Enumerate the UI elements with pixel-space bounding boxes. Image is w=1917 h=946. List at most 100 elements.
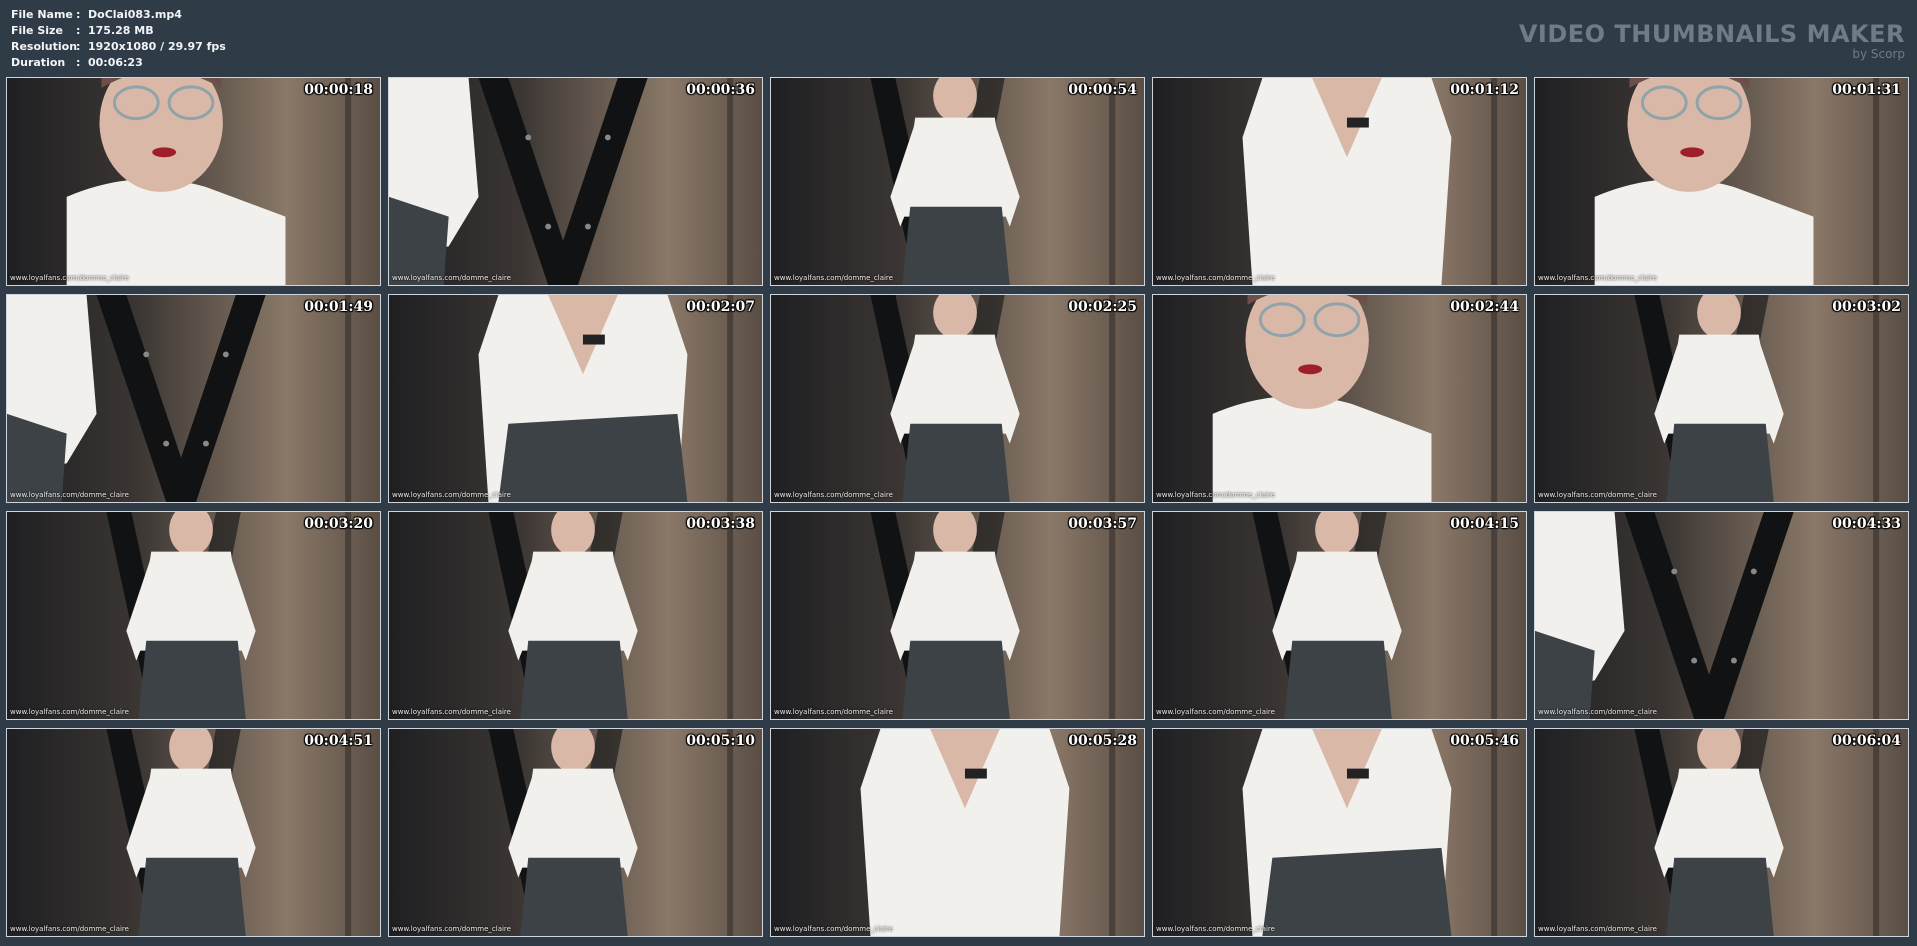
duration-label: Duration — [11, 56, 66, 69]
thumbnail-grid: 00:00:18 www.loyalfans.com/domme_claire 00… — [6, 77, 1912, 942]
thumbnail-frame-image — [7, 729, 380, 936]
thumbnail-watermark: www.loyalfans.com/domme_claire — [774, 708, 893, 716]
file-name-label: File Name — [11, 8, 73, 21]
file-name-row: File Name: DoClai083.mp4 — [11, 7, 226, 23]
thumbnail-timestamp: 00:03:20 — [304, 516, 373, 532]
thumbnail-timestamp: 00:04:51 — [304, 733, 373, 749]
thumbnail-frame-image — [7, 512, 380, 719]
thumbnail-watermark: www.loyalfans.com/domme_claire — [392, 274, 511, 282]
thumbnail-timestamp: 00:05:46 — [1450, 733, 1519, 749]
thumbnail-frame-image — [1153, 512, 1526, 719]
thumbnail-watermark: www.loyalfans.com/domme_claire — [1156, 925, 1275, 933]
video-thumbnail: 00:05:28 www.loyalfans.com/domme_claire — [770, 728, 1145, 937]
thumbnail-frame-image — [7, 295, 380, 502]
thumbnail-frame-image — [1535, 729, 1908, 936]
thumbnail-watermark: www.loyalfans.com/domme_claire — [1538, 708, 1657, 716]
thumbnail-watermark: www.loyalfans.com/domme_claire — [1538, 274, 1657, 282]
thumbnail-timestamp: 00:01:31 — [1832, 82, 1901, 98]
thumbnail-timestamp: 00:04:15 — [1450, 516, 1519, 532]
thumbnail-watermark: www.loyalfans.com/domme_claire — [10, 708, 129, 716]
thumbnail-watermark: www.loyalfans.com/domme_claire — [10, 491, 129, 499]
thumbnail-watermark: www.loyalfans.com/domme_claire — [774, 274, 893, 282]
separator: : — [76, 40, 81, 53]
video-thumbnail: 00:01:31 www.loyalfans.com/domme_claire — [1534, 77, 1909, 286]
thumbnail-watermark: www.loyalfans.com/domme_claire — [1538, 491, 1657, 499]
brand-subtitle: by Scorp — [1852, 47, 1905, 61]
video-thumbnail: 00:06:04 www.loyalfans.com/domme_claire — [1534, 728, 1909, 937]
thumbnail-frame-image — [771, 78, 1144, 285]
video-thumbnail: 00:04:33 www.loyalfans.com/domme_claire — [1534, 511, 1909, 720]
video-thumbnail: 00:03:38 www.loyalfans.com/domme_claire — [388, 511, 763, 720]
thumbnail-timestamp: 00:02:44 — [1450, 299, 1519, 315]
thumbnail-watermark: www.loyalfans.com/domme_claire — [1538, 925, 1657, 933]
thumbnail-timestamp: 00:06:04 — [1832, 733, 1901, 749]
file-size-row: File Size:175.28 MB — [11, 23, 226, 39]
thumbnail-timestamp: 00:01:49 — [304, 299, 373, 315]
video-thumbnail: 00:04:51 www.loyalfans.com/domme_claire — [6, 728, 381, 937]
thumbnail-timestamp: 00:02:25 — [1068, 299, 1137, 315]
thumbnail-timestamp: 00:03:02 — [1832, 299, 1901, 315]
thumbnail-frame-image — [1535, 512, 1908, 719]
thumbnail-frame-image — [1153, 78, 1526, 285]
separator: : — [76, 56, 81, 69]
video-thumbnail: 00:02:44 www.loyalfans.com/domme_claire — [1152, 294, 1527, 503]
thumbnail-watermark: www.loyalfans.com/domme_claire — [774, 925, 893, 933]
file-size-label: File Size — [11, 24, 63, 37]
thumbnail-timestamp: 00:05:28 — [1068, 733, 1137, 749]
thumbnail-timestamp: 00:01:12 — [1450, 82, 1519, 98]
resolution-value: 1920x1080 / 29.97 fps — [88, 40, 226, 53]
thumbnail-watermark: www.loyalfans.com/domme_claire — [392, 491, 511, 499]
thumbnail-frame-image — [1535, 295, 1908, 502]
separator: : — [76, 24, 81, 37]
thumbnail-frame-image — [7, 78, 380, 285]
thumbnail-frame-image — [389, 78, 762, 285]
separator: : — [76, 8, 81, 21]
brand-title: VIDEO THUMBNAILS MAKER — [1518, 20, 1905, 48]
video-thumbnail: 00:00:36 www.loyalfans.com/domme_claire — [388, 77, 763, 286]
video-thumbnail: 00:02:25 www.loyalfans.com/domme_claire — [770, 294, 1145, 503]
thumbnail-watermark: www.loyalfans.com/domme_claire — [1156, 274, 1275, 282]
file-info-block: File Name: DoClai083.mp4 File Size:175.28… — [11, 7, 226, 71]
thumbnail-timestamp: 00:02:07 — [686, 299, 755, 315]
thumbnail-timestamp: 00:05:10 — [686, 733, 755, 749]
duration-row: Duration:00:06:23 — [11, 55, 226, 71]
video-thumbnail: 00:04:15 www.loyalfans.com/domme_claire — [1152, 511, 1527, 720]
thumbnail-timestamp: 00:03:38 — [686, 516, 755, 532]
thumbnail-frame-image — [389, 295, 762, 502]
video-thumbnail: 00:05:10 www.loyalfans.com/domme_claire — [388, 728, 763, 937]
video-thumbnail: 00:00:18 www.loyalfans.com/domme_claire — [6, 77, 381, 286]
duration-value: 00:06:23 — [88, 56, 143, 69]
video-thumbnail: 00:01:12 www.loyalfans.com/domme_claire — [1152, 77, 1527, 286]
video-thumbnail: 00:03:57 www.loyalfans.com/domme_claire — [770, 511, 1145, 720]
video-thumbnail: 00:02:07 www.loyalfans.com/domme_claire — [388, 294, 763, 503]
thumbnail-timestamp: 00:00:36 — [686, 82, 755, 98]
file-name-value: DoClai083.mp4 — [88, 8, 182, 21]
thumbnail-watermark: www.loyalfans.com/domme_claire — [10, 274, 129, 282]
thumbnail-timestamp: 00:03:57 — [1068, 516, 1137, 532]
video-thumbnail: 00:01:49 www.loyalfans.com/domme_claire — [6, 294, 381, 503]
video-thumbnail: 00:03:20 www.loyalfans.com/domme_claire — [6, 511, 381, 720]
resolution-label: Resolution — [11, 40, 78, 53]
thumbnail-watermark: www.loyalfans.com/domme_claire — [1156, 491, 1275, 499]
thumbnail-watermark: www.loyalfans.com/domme_claire — [392, 708, 511, 716]
thumbnail-frame-image — [1153, 295, 1526, 502]
video-thumbnail: 00:03:02 www.loyalfans.com/domme_claire — [1534, 294, 1909, 503]
brand-logo: VIDEO THUMBNAILS MAKER by Scorp — [1519, 20, 1905, 60]
thumbnail-watermark: www.loyalfans.com/domme_claire — [1156, 708, 1275, 716]
thumbnail-frame-image — [771, 512, 1144, 719]
resolution-row: Resolution: 1920x1080 / 29.97 fps — [11, 39, 226, 55]
thumbnail-timestamp: 00:04:33 — [1832, 516, 1901, 532]
thumbnail-frame-image — [771, 295, 1144, 502]
info-header: File Name: DoClai083.mp4 File Size:175.28… — [0, 0, 1917, 76]
thumbnail-timestamp: 00:00:18 — [304, 82, 373, 98]
thumbnail-watermark: www.loyalfans.com/domme_claire — [10, 925, 129, 933]
video-thumbnail: 00:00:54 www.loyalfans.com/domme_claire — [770, 77, 1145, 286]
thumbnail-frame-image — [389, 512, 762, 719]
thumbnail-frame-image — [1153, 729, 1526, 936]
thumbnail-frame-image — [771, 729, 1144, 936]
thumbnail-frame-image — [389, 729, 762, 936]
thumbnail-timestamp: 00:00:54 — [1068, 82, 1137, 98]
thumbnail-frame-image — [1535, 78, 1908, 285]
video-thumbnail: 00:05:46 www.loyalfans.com/domme_claire — [1152, 728, 1527, 937]
thumbnail-watermark: www.loyalfans.com/domme_claire — [774, 491, 893, 499]
